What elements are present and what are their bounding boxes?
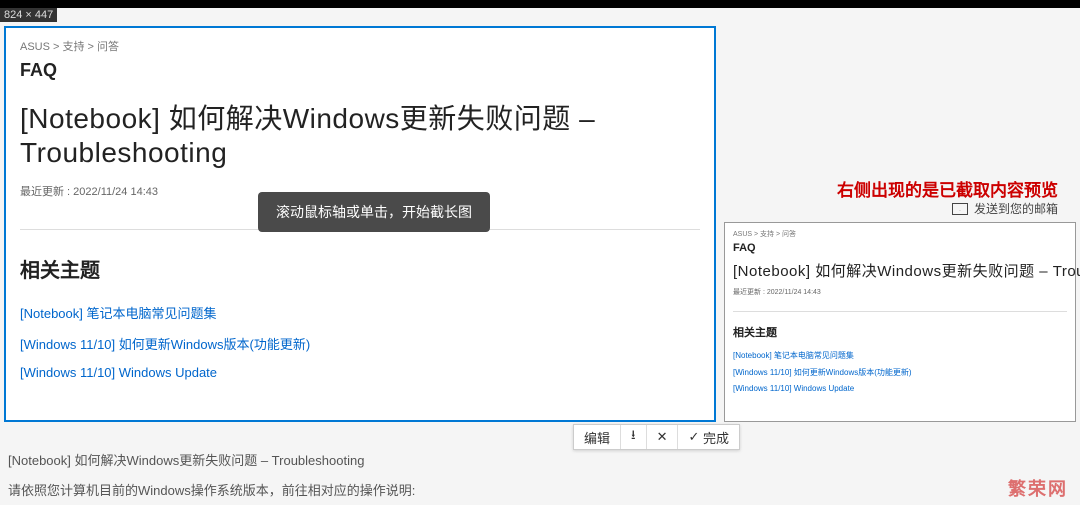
download-button[interactable]: ⭳ — [621, 425, 647, 449]
related-link[interactable]: [Windows 11/10] Windows Update — [20, 365, 700, 380]
preview-related-link: [Windows 11/10] Windows Update — [733, 384, 1067, 393]
close-icon: ✕ — [657, 429, 668, 445]
preview-breadcrumb: ASUS > 支持 > 问答 — [733, 229, 1067, 239]
preview-note: 右侧出现的是已截取内容预览 — [837, 176, 1058, 201]
preview-related-link: [Windows 11/10] 如何更新Windows版本(功能更新) — [733, 367, 1067, 378]
related-link[interactable]: [Windows 11/10] 如何更新Windows版本(功能更新) — [20, 334, 700, 353]
scroll-capture-tooltip: 滚动鼠标轴或单击，开始截长图 — [258, 192, 490, 232]
related-link[interactable]: [Notebook] 笔记本电脑常见问题集 — [20, 303, 700, 322]
capture-dimensions: 824 × 447 — [0, 8, 57, 22]
watermark: 繁荣网 — [1008, 475, 1068, 501]
preview-page-title: [Notebook] 如何解决Windows更新失败问题 – Troublesh… — [733, 260, 1067, 281]
mail-icon — [952, 203, 968, 215]
breadcrumb[interactable]: ASUS > 支持 > 问答 — [20, 38, 700, 54]
download-icon: ⭳ — [631, 426, 636, 448]
edit-button[interactable]: 编辑 — [574, 425, 621, 449]
check-icon: ✓ — [688, 429, 699, 445]
capture-preview-panel: ASUS > 支持 > 问答 FAQ [Notebook] 如何解决Window… — [724, 222, 1076, 422]
faq-heading: FAQ — [20, 60, 700, 81]
send-email-row[interactable]: 发送到您的邮箱 — [952, 200, 1058, 217]
done-button[interactable]: ✓ 完成 — [678, 425, 739, 449]
article-intro-below: 请依照您计算机目前的Windows操作系统版本，前往相对应的操作说明: — [8, 480, 415, 499]
preview-faq-heading: FAQ — [733, 242, 1067, 254]
related-topics-heading: 相关主题 — [20, 254, 700, 283]
preview-related-heading: 相关主题 — [733, 324, 1067, 340]
cancel-button[interactable]: ✕ — [647, 425, 679, 449]
preview-divider — [733, 311, 1067, 312]
top-nav-bar — [0, 0, 1080, 8]
article-title-below: [Notebook] 如何解决Windows更新失败问题 – Troublesh… — [8, 450, 364, 469]
page-title: [Notebook] 如何解决Windows更新失败问题 – Troublesh… — [20, 97, 700, 169]
preview-related-link: [Notebook] 笔记本电脑常见问题集 — [733, 350, 1067, 361]
preview-last-updated: 最近更新 : 2022/11/24 14:43 — [733, 287, 1067, 297]
done-label: 完成 — [703, 428, 729, 447]
capture-toolbar: 编辑 ⭳ ✕ ✓ 完成 — [573, 424, 740, 450]
send-email-label: 发送到您的邮箱 — [974, 200, 1058, 217]
